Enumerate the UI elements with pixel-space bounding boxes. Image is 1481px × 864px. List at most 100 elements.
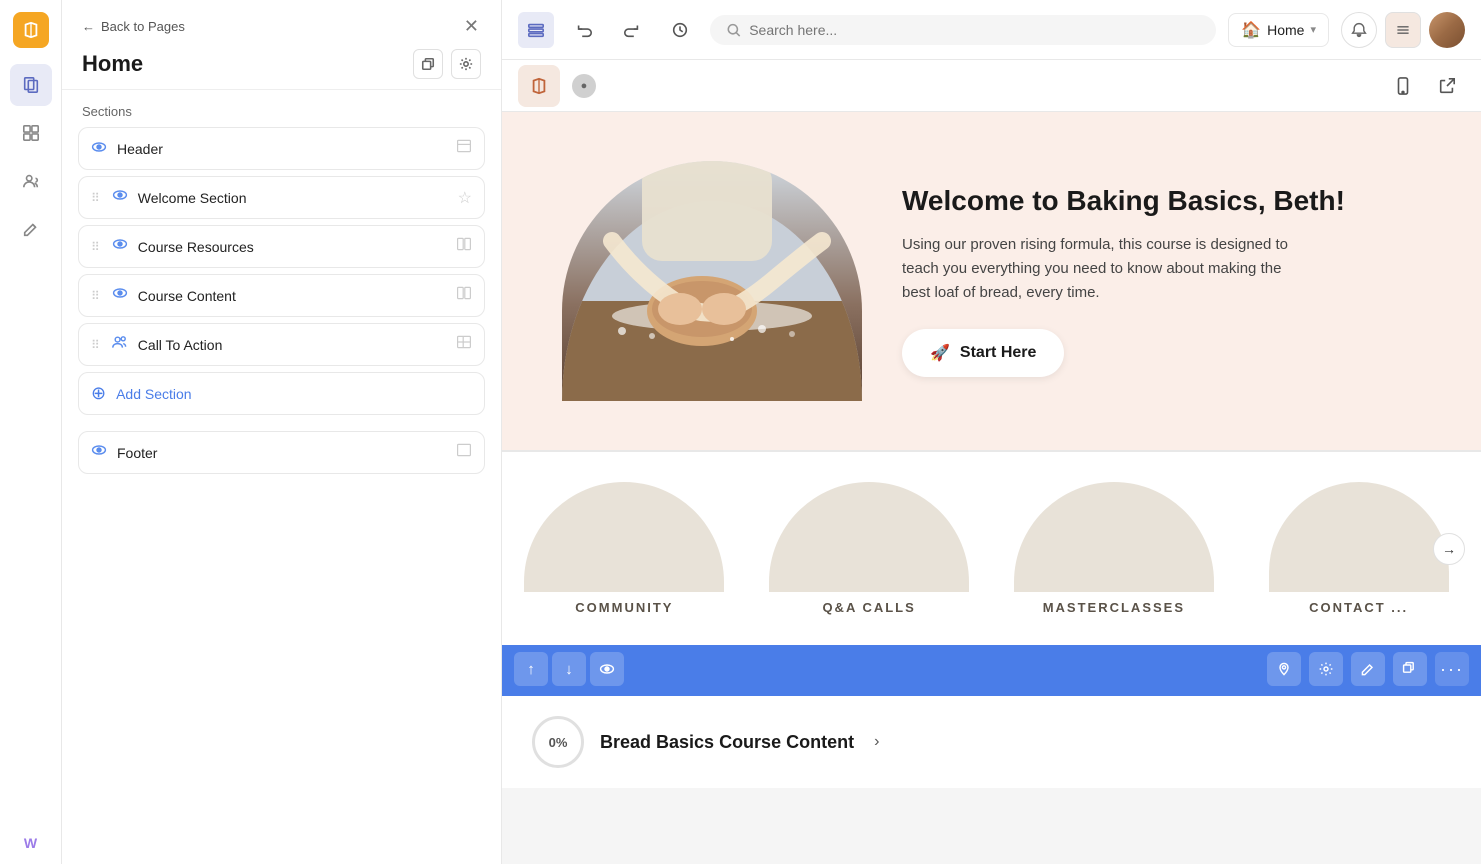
close-panel-button[interactable]: ✕ [462, 14, 481, 39]
app-sidebar: W [0, 0, 62, 864]
canvas-area: Welcome to Baking Basics, Beth! Using ou… [502, 112, 1481, 864]
welcome-description: Using our proven rising formula, this co… [902, 233, 1302, 305]
toolbar-layers-btn[interactable] [518, 12, 554, 48]
section-item-footer[interactable]: Footer [78, 431, 485, 474]
bar-design-button[interactable] [1351, 652, 1385, 686]
account-dot[interactable]: ● [572, 74, 596, 98]
sidebar-edit-btn[interactable] [10, 208, 52, 250]
section-layout-icon-footer [456, 442, 472, 463]
rocket-icon: 🚀 [930, 343, 950, 363]
page-selector-label: Home [1267, 22, 1304, 38]
course-content-title: Bread Basics Course Content [600, 732, 854, 753]
section-name-cta: Call To Action [138, 337, 446, 353]
section-item-content[interactable]: ⠿ Course Content [78, 274, 485, 317]
page-settings-button[interactable] [451, 49, 481, 79]
page-panel: ← Back to Pages ✕ Home Sections Head [62, 0, 502, 864]
move-up-button[interactable]: ↑ [514, 652, 548, 686]
welcome-title: Welcome to Baking Basics, Beth! [902, 185, 1421, 217]
section-layout-icon-header [456, 138, 472, 159]
search-icon [726, 22, 741, 38]
search-input[interactable] [749, 22, 1200, 38]
masterclasses-label: MASTERCLASSES [1043, 592, 1185, 615]
secondary-toolbar: ● [502, 60, 1481, 112]
masterclasses-semicircle [1014, 482, 1214, 592]
page-selector[interactable]: 🏠 Home ▾ [1228, 13, 1329, 47]
welcome-image-container [562, 161, 862, 401]
section-name-welcome: Welcome Section [138, 190, 448, 206]
section-eye-icon-resources [112, 236, 128, 257]
sidebar-members-btn[interactable] [10, 160, 52, 202]
back-to-pages-link[interactable]: ← Back to Pages [82, 19, 185, 34]
start-btn-label: Start Here [960, 344, 1036, 362]
drag-handle-content: ⠿ [91, 289, 100, 303]
card-masterclasses[interactable]: MASTERCLASSES [992, 482, 1237, 615]
duplicate-page-button[interactable] [413, 49, 443, 79]
back-label: Back to Pages [101, 19, 185, 34]
card-community[interactable]: COMMUNITY [502, 482, 747, 615]
sidebar-pages-btn[interactable] [10, 64, 52, 106]
section-layout-icon-cta [456, 334, 472, 355]
visibility-toggle-button[interactable] [590, 652, 624, 686]
cards-next-arrow[interactable]: → [1433, 533, 1465, 565]
contact-semicircle [1269, 482, 1449, 592]
bar-right-actions: ··· [1267, 652, 1469, 686]
sidebar-wordmark-btn[interactable]: W [10, 822, 52, 864]
open-external-button[interactable] [1429, 68, 1465, 104]
section-eye-icon-content [112, 285, 128, 306]
section-layout-icon-resources [456, 236, 472, 257]
page-panel-header: ← Back to Pages ✕ Home [62, 0, 501, 90]
section-star-icon-welcome: ☆ [458, 188, 472, 208]
section-item-header[interactable]: Header [78, 127, 485, 170]
sidebar-blocks-btn[interactable] [10, 112, 52, 154]
community-label: COMMUNITY [575, 592, 673, 615]
cards-section-canvas: COMMUNITY Q&A CALLS MASTERCLASSES CONTAC… [502, 452, 1481, 645]
section-name-content: Course Content [138, 288, 446, 304]
drag-handle-welcome: ⠿ [91, 191, 100, 205]
history-button[interactable] [662, 12, 698, 48]
menu-button[interactable] [1385, 12, 1421, 48]
welcome-content: Welcome to Baking Basics, Beth! Using ou… [902, 185, 1421, 377]
home-icon: 🏠 [1241, 20, 1261, 40]
page-title-row: Home [82, 49, 481, 79]
back-arrow-icon: ← [82, 19, 95, 34]
toolbar-right [1341, 12, 1465, 48]
section-action-bar: ↑ ↓ ··· [502, 645, 1481, 693]
section-eye-icon-footer [91, 442, 107, 463]
add-section-label: Add Section [116, 386, 192, 402]
mobile-view-button[interactable] [1385, 68, 1421, 104]
notifications-button[interactable] [1341, 12, 1377, 48]
contact-label: CONTACT ... [1309, 592, 1408, 615]
section-eye-icon [91, 139, 107, 158]
bar-home-button[interactable] [1267, 652, 1301, 686]
welcome-section-canvas: Welcome to Baking Basics, Beth! Using ou… [502, 112, 1481, 452]
move-down-button[interactable]: ↓ [552, 652, 586, 686]
section-item-cta[interactable]: ⠿ Call To Action [78, 323, 485, 366]
bar-more-button[interactable]: ··· [1435, 652, 1469, 686]
wix-logo-secondary [518, 65, 560, 107]
section-item-welcome[interactable]: ⠿ Welcome Section ☆ [78, 176, 485, 219]
bar-duplicate-button[interactable] [1393, 652, 1427, 686]
drag-handle-resources: ⠿ [91, 240, 100, 254]
redo-button[interactable] [614, 12, 650, 48]
section-name-resources: Course Resources [138, 239, 446, 255]
section-people-icon-cta [112, 334, 128, 355]
page-title-actions [413, 49, 481, 79]
bar-settings-button[interactable] [1309, 652, 1343, 686]
editor-main: 🏠 Home ▾ ● [502, 0, 1481, 864]
chevron-down-icon: ▾ [1310, 23, 1316, 36]
qa-semicircle [769, 482, 969, 592]
section-name-footer: Footer [117, 445, 446, 461]
add-section-plus-icon: ⊕ [91, 383, 106, 404]
sections-label: Sections [62, 90, 501, 127]
undo-button[interactable] [566, 12, 602, 48]
section-layout-icon-content [456, 285, 472, 306]
add-section-button[interactable]: ⊕ Add Section [78, 372, 485, 415]
card-qa[interactable]: Q&A CALLS [747, 482, 992, 615]
progress-value: 0% [549, 735, 568, 750]
view-options [1385, 68, 1465, 104]
app-logo [13, 12, 49, 48]
course-content-section-canvas: 0% Bread Basics Course Content › [502, 693, 1481, 788]
section-item-resources[interactable]: ⠿ Course Resources [78, 225, 485, 268]
user-avatar[interactable] [1429, 12, 1465, 48]
start-here-button[interactable]: 🚀 Start Here [902, 329, 1064, 377]
